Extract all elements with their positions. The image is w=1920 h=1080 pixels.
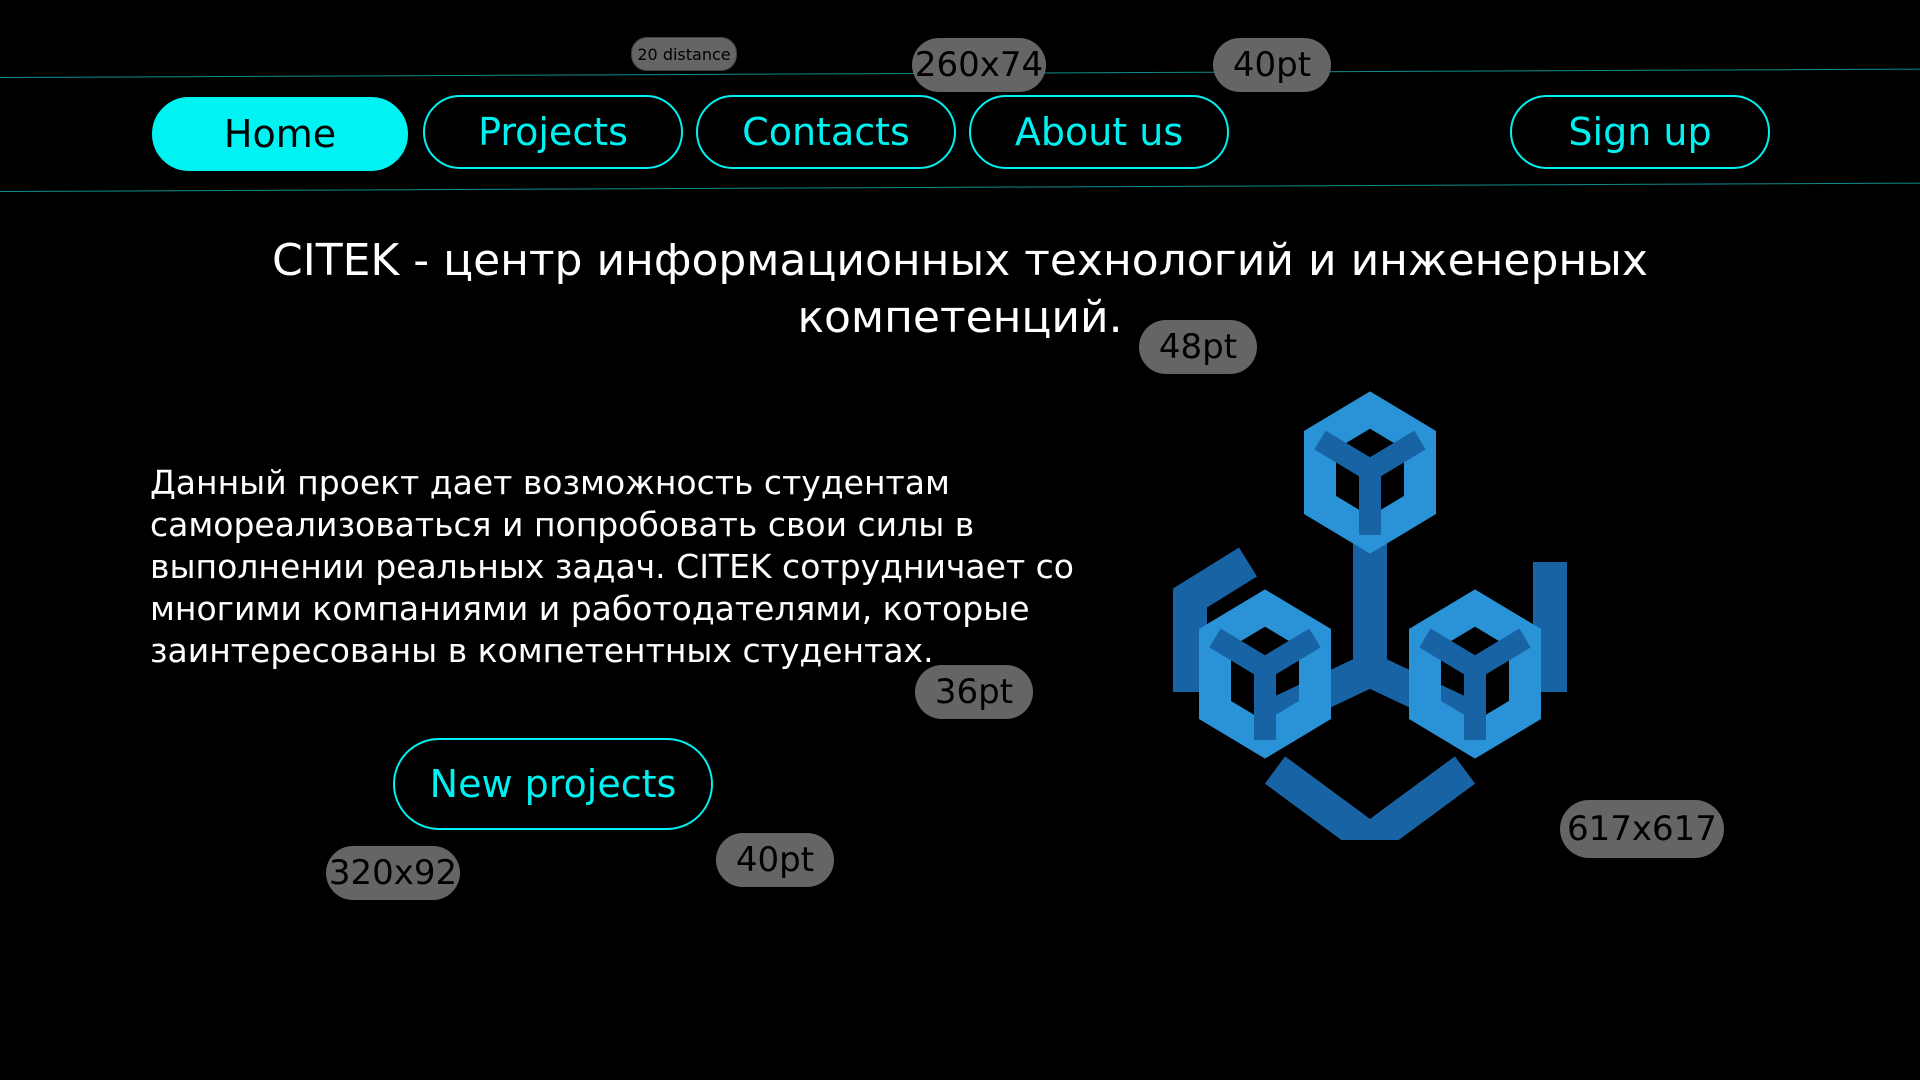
cubes-logo-icon (1173, 391, 1567, 840)
page-headline: CITEK - центр информационных технологий … (272, 235, 1648, 343)
annotation-nav-size: 260x74 (912, 38, 1046, 92)
guide-line-bottom (0, 182, 1920, 192)
nav-projects-button[interactable]: Projects (423, 95, 683, 169)
annotation-logo-size: 617x617 (1560, 800, 1724, 858)
signup-button[interactable]: Sign up (1510, 95, 1770, 169)
annotation-distance: 20 distance (631, 37, 737, 71)
annotation-body-font: 36pt (915, 665, 1033, 719)
nav-about-button[interactable]: About us (969, 95, 1229, 169)
intro-paragraph: Данный проект дает возможность студентам… (150, 463, 1074, 670)
annotation-nav-font: 40pt (1213, 38, 1331, 92)
annotation-headline-font: 48pt (1139, 320, 1257, 374)
nav-home-button[interactable]: Home (152, 97, 408, 171)
annotation-cta-font: 40pt (716, 833, 834, 887)
annotation-cta-size: 320x92 (326, 846, 460, 900)
nav-contacts-button[interactable]: Contacts (696, 95, 956, 169)
new-projects-button[interactable]: New projects (393, 738, 713, 830)
